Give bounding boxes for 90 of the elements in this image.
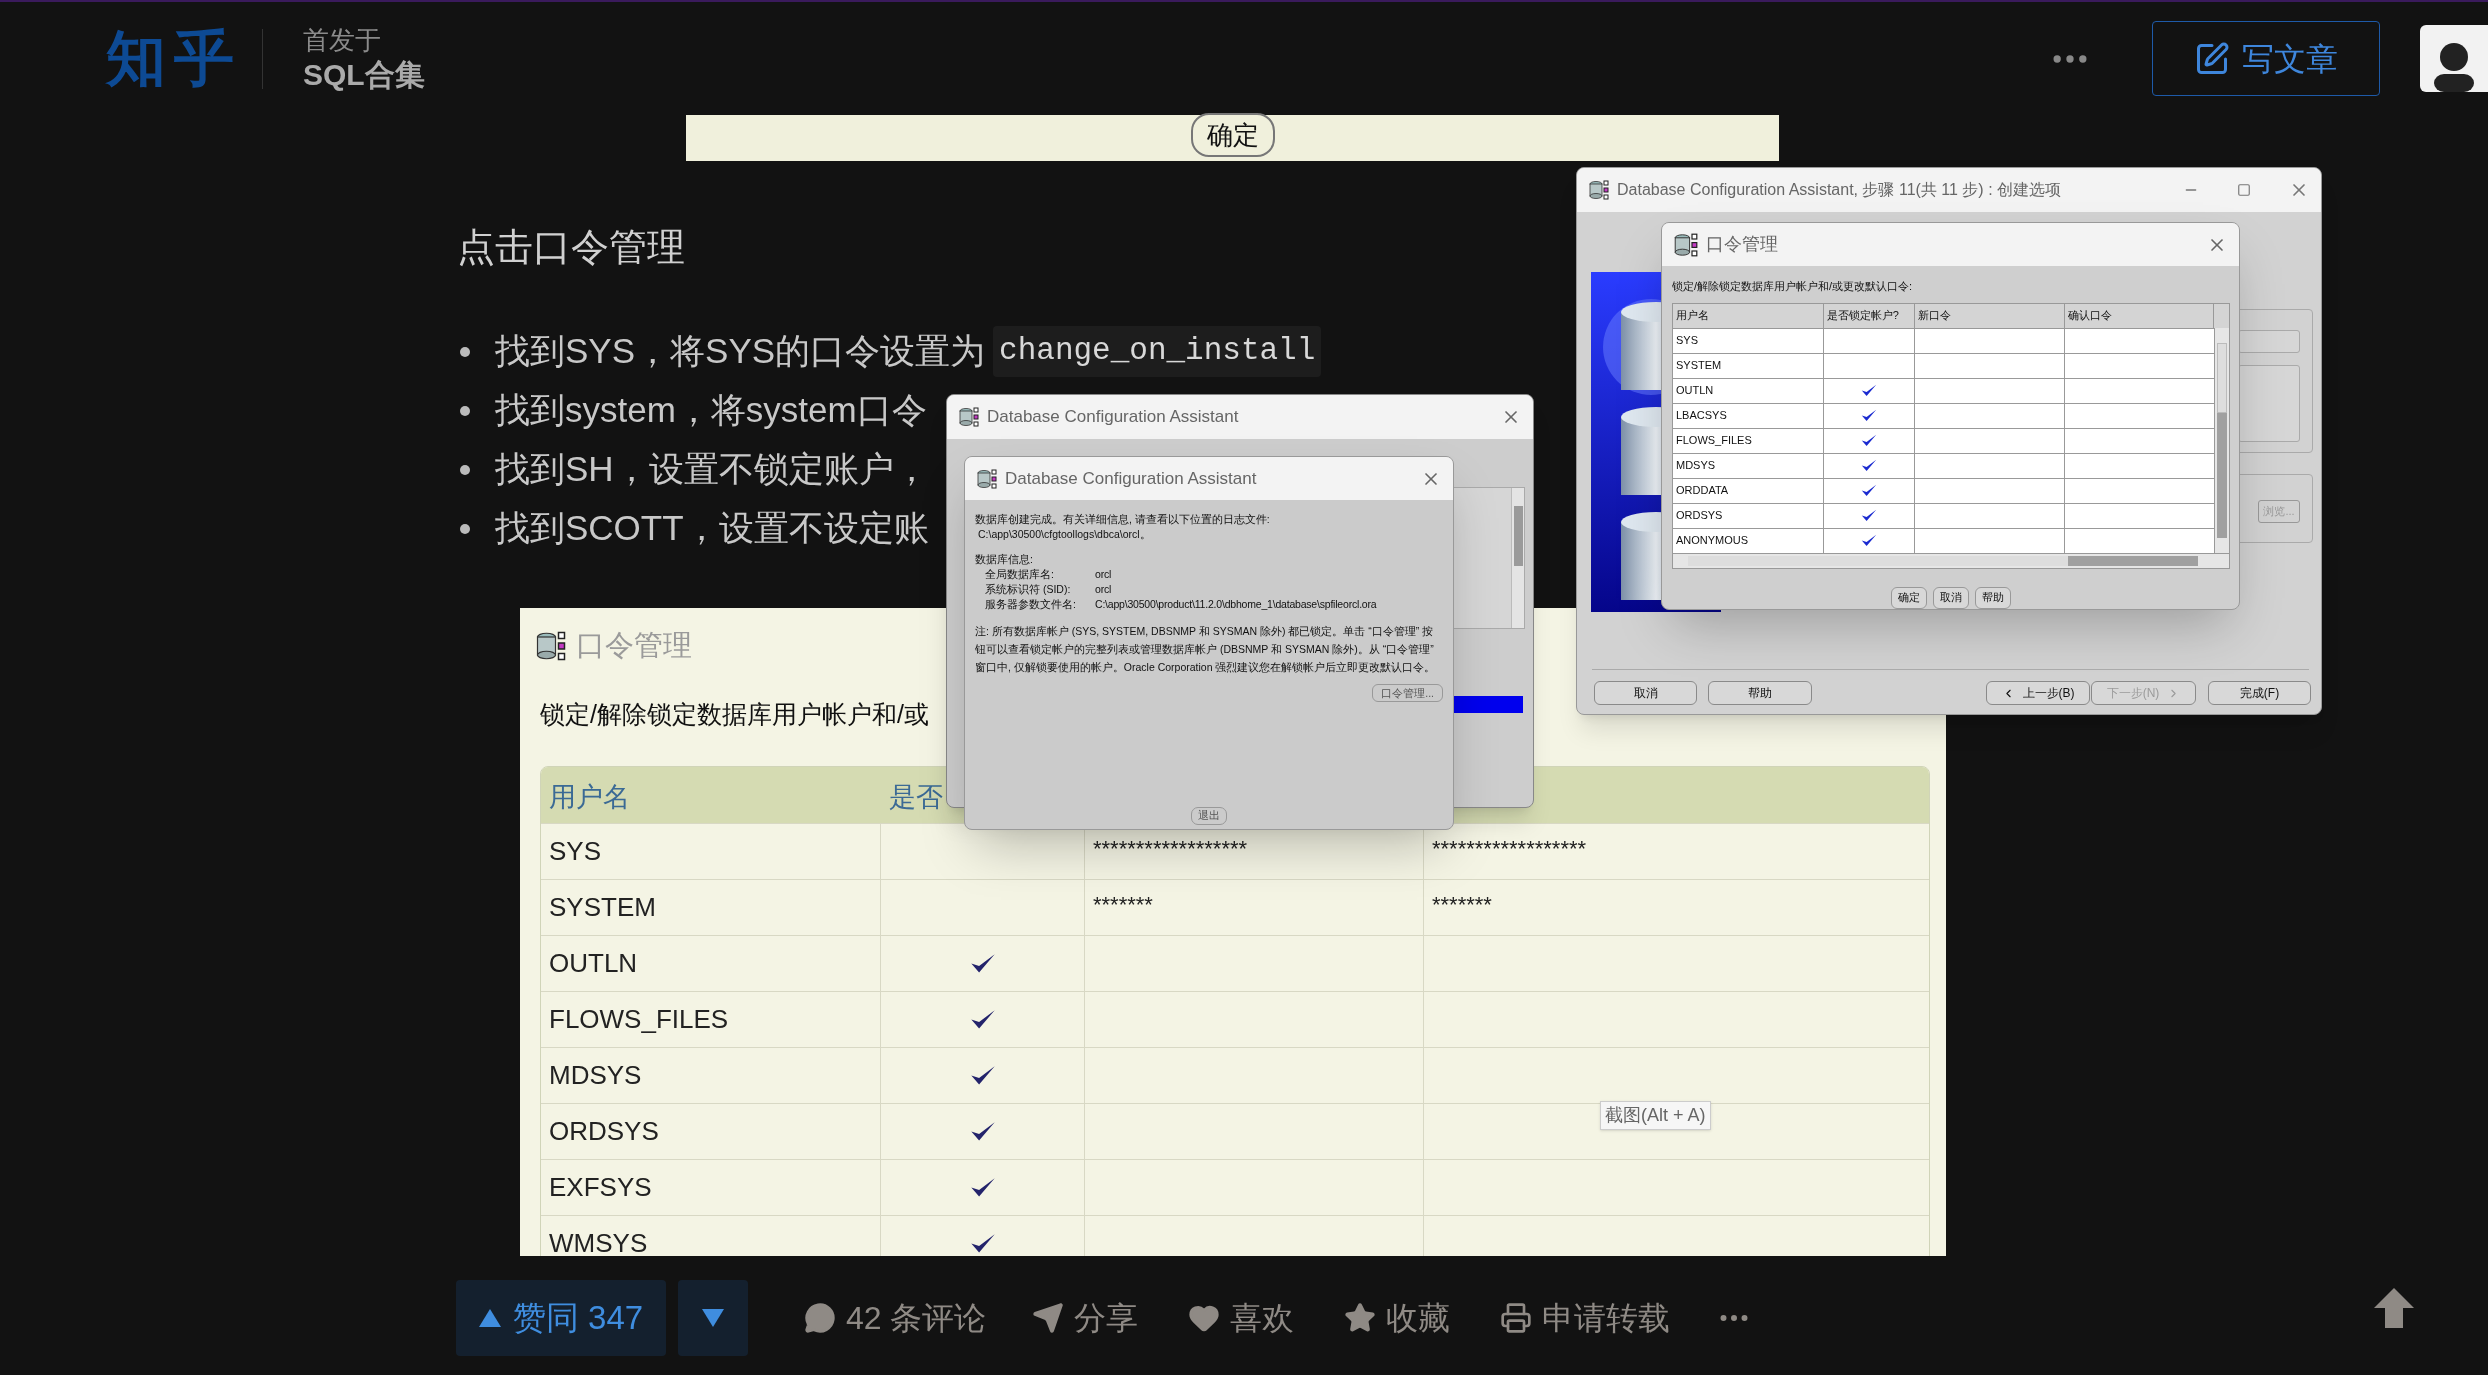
list-text: 找到SCOTT，设置不设定账 [495,507,929,550]
scrollbar[interactable] [2214,327,2229,553]
triangle-up-icon [478,1309,501,1327]
write-button[interactable]: 写文章 [2152,21,2380,96]
table-cell: OUTLN [1673,378,1824,403]
comments-button[interactable]: 42 条评论 [804,1294,987,1342]
avatar[interactable] [2420,25,2488,92]
downvote-button[interactable] [678,1280,748,1356]
section-heading: 点击口令管理 [457,225,685,270]
edit-icon [2194,40,2230,77]
table-cell-text: ****************** [1432,835,1587,863]
database-icon [977,468,997,489]
column-header[interactable]: 用户名 [1673,303,1824,328]
list-text: 找到system，将system口令 [495,389,927,432]
table-cell-text: WMSYS [549,1227,648,1256]
table-cell-text: ******* [1432,891,1492,919]
comment-icon [804,1302,836,1334]
send-icon [1032,1302,1065,1334]
wizard-button[interactable]: 上一步(B) [1986,681,2090,705]
log-path: C:\app\30500\cfgtoollogs\dbca\orcl。 [977,527,1152,542]
table-cell: ORDDATA [1673,478,1824,503]
table-cell: MDSYS [1673,453,1824,478]
table-cell: LBACSYS [1673,403,1824,428]
info-value: orcl [1095,567,1112,582]
printer-icon [1500,1302,1533,1334]
column-header: 是否 [889,780,943,814]
code-text: change_on_install [993,326,1322,377]
dialog-button[interactable]: 确定 [1890,586,1927,609]
message-text: 数据库创建完成。有关详细信息, 请查看以下位置的日志文件: [975,512,1271,527]
info-heading: 数据库信息: [975,552,1034,567]
table-cell-text: SYSTEM [549,891,656,924]
upvote-button[interactable]: 赞同 347 [456,1280,666,1356]
column-header[interactable]: 是否锁定帐户? [1823,303,1915,328]
table-cell-text: ******* [1093,891,1153,919]
dialog-button[interactable]: 取消 [1932,586,1969,609]
database-icon [1589,180,1609,200]
database-icon [536,630,566,661]
table-cell: SYSTEM [1673,353,1824,378]
dialog-button[interactable]: 帮助 [1974,586,2011,609]
window-title: Database Configuration Assistant [1005,467,1257,490]
favorite-button[interactable]: 收藏 [1344,1294,1451,1342]
table-cell-text: EXFSYS [549,1171,652,1204]
info-value: orcl [1095,582,1112,597]
share-button[interactable]: 分享 [1032,1294,1139,1342]
tooltip: 截图(Alt + A) [1600,1101,1711,1130]
table-cell-text: MDSYS [549,1059,642,1092]
triangle-down-icon [702,1309,724,1327]
scrollbar[interactable] [1511,488,1524,628]
info-value: C:\app\30500\product\11.2.0\dbhome_1\database\spfileorcl.ora [1095,597,1377,612]
scrollbar[interactable] [1673,552,2229,568]
text-field[interactable] [2238,330,2300,353]
image-title: 口令管理 [576,628,692,663]
ok-button[interactable]: 确定 [1190,113,1275,157]
info-label: 全局数据库名: [985,567,1055,582]
database-icon [1674,232,1698,257]
info-label: 系统标识符 (SID): [985,582,1072,597]
wizard-button[interactable]: 完成(F) [2208,681,2311,705]
list-text: 找到SYS，将SYS的口令设置为 [495,330,986,373]
like-button[interactable]: 喜欢 [1188,1294,1295,1342]
window-title: 口令管理 [1706,233,1778,256]
prompt-text: 锁定/解除锁定数据库用户帐户和/或更改默认口令: [1671,279,1914,294]
table-cell: ANONYMOUS [1673,528,1824,553]
table-cell: SYS [1673,328,1824,353]
column-header[interactable]: 确认口令 [2065,303,2215,328]
table-cell-text: OUTLN [549,947,638,980]
table-cell: FLOWS_FILES [1673,428,1824,453]
table-cell-text: FLOWS_FILES [549,1003,729,1036]
column-header: 用户名 [549,780,630,814]
password-button[interactable]: 口令管理... [1372,684,1443,702]
maximize-icon[interactable] [2237,183,2251,197]
back-to-top-icon[interactable] [2372,1286,2416,1330]
window-title: Database Configuration Assistant [987,406,1239,429]
note-text: 注: 所有数据库帐户 (SYS, SYSTEM, DBSNMP 和 SYSMAN 除外) 都已锁定。单击 “口令管理” 按钮可以查看锁定帐户的完整列表或管理数据库帐户 (DBSNMP 和 SYSMAN 除外)。从 “口令管理” 窗口中, 仅解锁要使用的帐户。Oracle Corporation 强烈建议您在解锁帐户后立即更改默认口令。 [975,624,1437,675]
database-icon [959,407,979,427]
info-label: 服务器参数文件名: [985,597,1077,612]
table-cell-text: ****************** [1093,835,1248,863]
wizard-button[interactable]: 取消 [1594,681,1697,705]
column-label: 首发于 [303,23,382,56]
star-icon [1344,1302,1377,1334]
table-cell-text: ORDSYS [549,1115,659,1148]
wizard-button[interactable]: 帮助 [1708,681,1812,705]
column-header[interactable]: 新口令 [1914,303,2066,328]
window-title: Database Configuration Assistant, 步骤 11(共 11 步) : 创建选项 [1617,180,2062,200]
table-cell: ORDSYS [1673,503,1824,528]
repost-button[interactable]: 申请转载 [1500,1294,1671,1342]
column-name[interactable]: SQL合集 [303,56,425,94]
table-cell-text: SYS [549,835,602,868]
exit-button[interactable]: 退出 [1191,807,1227,825]
list-text: 找到SH，设置不锁定账户， [495,448,929,491]
image-caption: 锁定/解除锁定数据库用户帐户和/或 [540,698,929,730]
